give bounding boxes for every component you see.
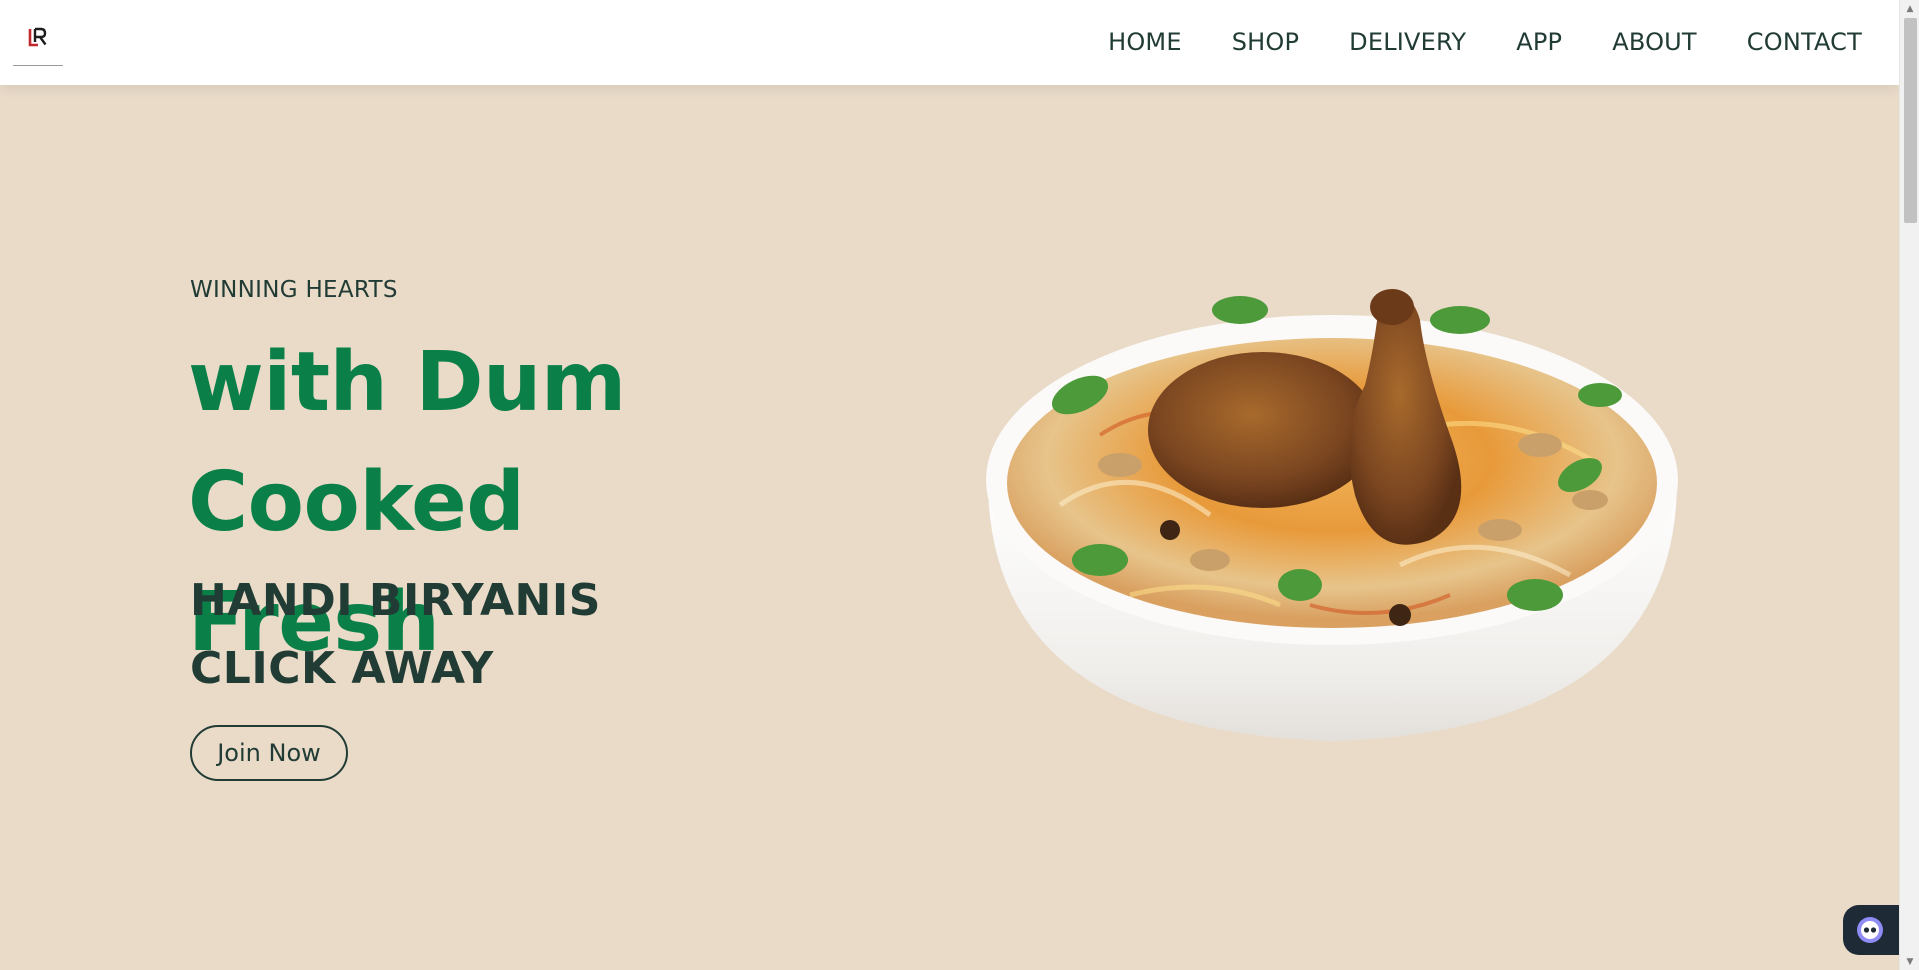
hero-headline-line1: with Dum Cooked [188,335,626,550]
nav-contact[interactable]: CONTACT [1747,25,1862,59]
chat-bot-icon [1857,917,1883,943]
biryani-bowl-image [986,289,1678,741]
nav-delivery[interactable]: DELIVERY [1349,25,1466,59]
nav-home[interactable]: HOME [1108,25,1182,59]
site-logo[interactable] [13,26,63,66]
nav-shop[interactable]: SHOP [1232,25,1299,59]
join-now-button[interactable]: Join Now [190,725,348,781]
hero-subline: HANDI BIRYANIS CLICK AWAY [190,567,601,703]
nav-about[interactable]: ABOUT [1612,25,1697,59]
main-nav: HOME SHOP DELIVERY APP ABOUT CONTACT [1108,25,1862,59]
page: HOME SHOP DELIVERY APP ABOUT CONTACT WIN… [0,0,1899,970]
scroll-up-arrow-icon[interactable]: ▲ [1900,0,1919,17]
nav-app[interactable]: APP [1516,25,1562,59]
chat-widget-button[interactable] [1843,905,1899,955]
page-scrollbar[interactable]: ▲ ▼ [1899,0,1919,970]
hero-subline-line1: HANDI BIRYANIS [190,575,601,626]
hero-subline-line2: CLICK AWAY [190,643,494,694]
scroll-down-arrow-icon[interactable]: ▼ [1900,953,1919,970]
lr-logo-icon [28,27,47,47]
site-header: HOME SHOP DELIVERY APP ABOUT CONTACT [0,0,1899,85]
scroll-thumb[interactable] [1904,18,1917,223]
hero-eyebrow: WINNING HEARTS [190,277,398,303]
hero-section: WINNING HEARTS with Dum Cooked Fresh HAN… [0,85,1899,970]
